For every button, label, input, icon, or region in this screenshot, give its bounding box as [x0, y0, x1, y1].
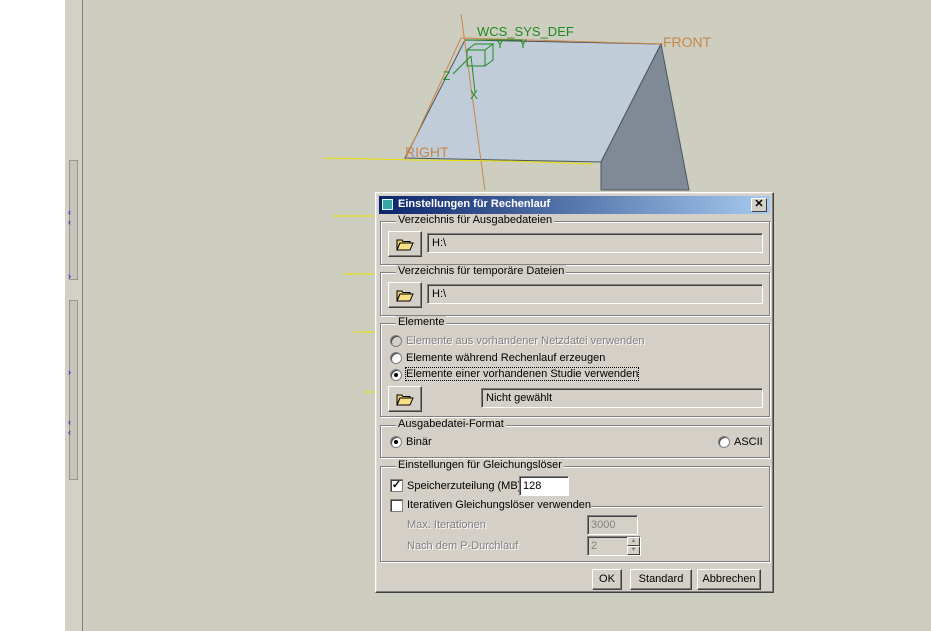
- radio-ascii-label: ASCII: [734, 436, 763, 448]
- temp-dir-legend: Verzeichnis für temporäre Dateien: [396, 265, 567, 277]
- spinner-up-icon[interactable]: ▲: [627, 537, 640, 546]
- ok-button[interactable]: OK: [592, 569, 622, 590]
- memory-input[interactable]: 128: [519, 476, 569, 496]
- collapse-left-icon[interactable]: ‹: [68, 418, 71, 427]
- collapse-left-icon[interactable]: ‹: [68, 218, 71, 227]
- radio-binary[interactable]: [390, 436, 402, 448]
- standard-button[interactable]: Standard: [630, 569, 692, 590]
- radio-existing-study[interactable]: [390, 369, 402, 381]
- output-dir-field: H:\: [427, 233, 763, 253]
- axis-z-label: Z: [443, 69, 450, 83]
- radio-generate-elements-label: Elemente während Rechenlauf erzeugen: [406, 352, 606, 364]
- study-browse-button[interactable]: [388, 386, 422, 412]
- radio-ascii[interactable]: [718, 436, 730, 448]
- cancel-button[interactable]: Abbrechen: [697, 569, 761, 590]
- splitter-grip-lower: [69, 300, 78, 480]
- datum-front-label: FRONT: [663, 34, 712, 50]
- axis-x-label: X: [470, 88, 478, 102]
- checkmark-icon: ✓: [391, 479, 402, 491]
- run-settings-dialog: Einstellungen für Rechenlauf ✕ Verzeichn…: [375, 192, 774, 593]
- output-format-legend: Ausgabedatei-Format: [396, 418, 506, 430]
- app-icon: [382, 199, 393, 210]
- panel-splitter[interactable]: ‹ ‹ › › ‹ ‹: [64, 0, 83, 631]
- max-iterations-input[interactable]: 3000: [587, 515, 638, 535]
- dialog-title: Einstellungen für Rechenlauf: [398, 198, 551, 210]
- radio-selected-dot: [394, 373, 398, 377]
- after-pass-label: Nach dem P-Durchlauf: [407, 540, 519, 552]
- axis-y-label: Y: [496, 37, 504, 51]
- solver-group: Einstellungen für Gleichungslöser ✓ Spei…: [380, 459, 770, 562]
- radio-existing-mesh-label: Elemente aus vorhandener Netzdatei verwe…: [406, 335, 645, 347]
- study-field: Nicht gewählt: [481, 388, 763, 408]
- radio-selected-dot: [394, 440, 398, 444]
- temp-dir-field: H:\: [427, 284, 763, 304]
- separator-line: [591, 506, 763, 508]
- temp-dir-group: Verzeichnis für temporäre Dateien H:\: [380, 265, 770, 316]
- temp-dir-browse-button[interactable]: [388, 282, 422, 308]
- close-icon: ✕: [754, 198, 764, 210]
- folder-open-icon: [396, 239, 414, 251]
- axis-y2-label: Y: [519, 37, 527, 51]
- radio-existing-study-label: Elemente einer vorhandenen Studie verwen…: [404, 367, 640, 381]
- datum-right-label: RIGHT: [405, 144, 449, 160]
- output-dir-legend: Verzeichnis für Ausgabedateien: [396, 214, 555, 226]
- output-dir-browse-button[interactable]: [388, 231, 422, 257]
- folder-open-icon: [396, 394, 414, 406]
- radio-existing-mesh[interactable]: [390, 335, 402, 347]
- memory-checkbox[interactable]: ✓: [390, 479, 403, 492]
- output-dir-group: Verzeichnis für Ausgabedateien H:\: [380, 214, 770, 265]
- solver-legend: Einstellungen für Gleichungslöser: [396, 459, 564, 471]
- close-button[interactable]: ✕: [751, 198, 767, 212]
- expand-right-icon[interactable]: ›: [68, 272, 71, 281]
- folder-open-icon: [396, 290, 414, 302]
- output-format-group: Ausgabedatei-Format Binär ASCII: [380, 418, 770, 458]
- memory-label: Speicherzuteilung (MB): [407, 480, 522, 492]
- radio-binary-label: Binär: [406, 436, 432, 448]
- dialog-titlebar[interactable]: Einstellungen für Rechenlauf ✕: [379, 196, 770, 214]
- max-iterations-label: Max. Iterationen: [407, 519, 486, 531]
- elements-legend: Elemente: [396, 316, 447, 328]
- iterative-checkbox[interactable]: [390, 499, 403, 512]
- spinner-down-icon[interactable]: ▼: [627, 546, 640, 555]
- collapse-left-icon[interactable]: ‹: [68, 428, 71, 437]
- elements-group: Elemente Elemente aus vorhandener Netzda…: [380, 316, 770, 417]
- radio-generate-elements[interactable]: [390, 352, 402, 364]
- collapse-left-icon[interactable]: ‹: [68, 208, 71, 217]
- expand-right-icon[interactable]: ›: [68, 368, 71, 377]
- iterative-label: Iterativen Gleichungslöser verwenden: [407, 499, 592, 511]
